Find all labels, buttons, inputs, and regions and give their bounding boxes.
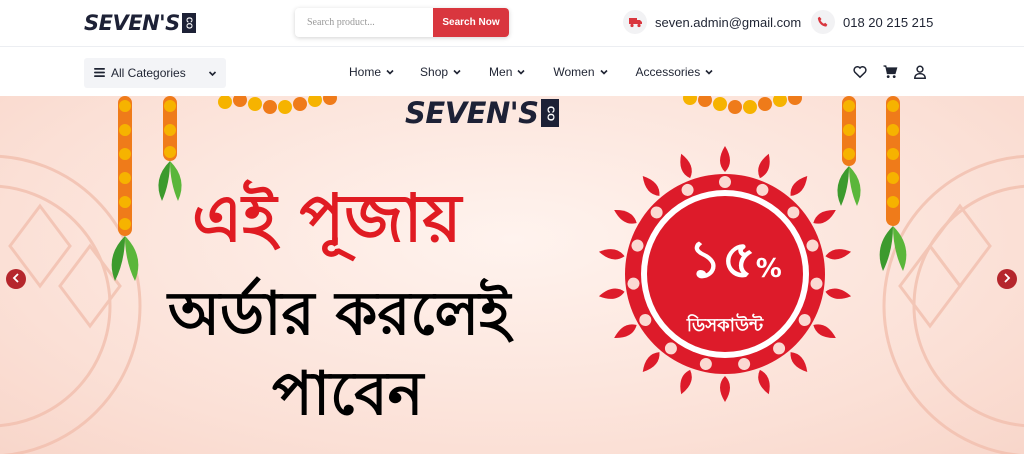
chevron-down-icon	[208, 67, 217, 81]
hero-logo: SEVEN'S CO	[405, 96, 559, 130]
discount-percent: %	[755, 254, 782, 284]
main-navbar: All Categories Home Shop Men Women Acces…	[0, 46, 1024, 96]
top-bar: SEVEN'S CO Search Now seven.admin@gmail.…	[0, 0, 1024, 46]
cart-icon[interactable]	[883, 65, 899, 81]
menu-item-men[interactable]: Men	[489, 65, 525, 79]
discount-value: ১৫%	[660, 234, 810, 286]
nav-icon-group	[853, 65, 929, 81]
user-icon[interactable]	[913, 65, 929, 81]
discount-number: ১৫	[688, 230, 756, 290]
hero-banner[interactable]: SEVEN'S CO এই পূজায় অর্ডার করলেই পাবেন …	[0, 96, 1024, 454]
discount-label: ডিসকাউন্ট	[686, 315, 764, 336]
chevron-down-icon	[599, 65, 608, 79]
all-categories-label: All Categories	[111, 66, 186, 80]
hero-decoration	[0, 96, 1024, 454]
slider-prev-button[interactable]	[6, 269, 26, 289]
menu-item-accessories[interactable]: Accessories	[636, 65, 714, 79]
logo-suffix: CO	[181, 13, 196, 33]
hero-logo-suffix: CO	[540, 99, 559, 127]
heart-icon[interactable]	[853, 65, 869, 81]
search-bar: Search Now	[295, 8, 509, 37]
site-logo[interactable]: SEVEN'S CO	[84, 11, 196, 35]
hero-subheadline: অর্ডার করলেই	[168, 279, 511, 349]
hero-headline: এই পূজায়	[192, 180, 462, 257]
chevron-down-icon	[517, 65, 525, 79]
contact-email-text: seven.admin@gmail.com	[655, 14, 802, 30]
chevron-down-icon	[453, 65, 461, 79]
phone-icon	[811, 10, 835, 34]
menu-item-label: Accessories	[635, 65, 701, 79]
chevron-down-icon	[705, 65, 713, 79]
chevron-down-icon	[386, 65, 394, 79]
hero-logo-text: SEVEN'S	[405, 96, 539, 130]
slider-next-button[interactable]	[997, 269, 1017, 289]
chevron-right-icon	[1003, 270, 1011, 288]
chevron-left-icon	[12, 270, 20, 288]
all-categories-button[interactable]: All Categories	[84, 58, 226, 88]
menu-item-home[interactable]: Home	[349, 65, 394, 79]
menu-item-women[interactable]: Women	[553, 65, 608, 79]
menu-icon	[94, 66, 105, 80]
search-input[interactable]	[295, 8, 433, 37]
menu-item-shop[interactable]: Shop	[420, 65, 461, 79]
menu-item-label: Men	[489, 65, 513, 79]
hero-subheadline-2: পাবেন	[272, 359, 424, 429]
contact-phone[interactable]: 018 20 215 215	[811, 10, 933, 34]
contact-phone-text: 018 20 215 215	[843, 14, 934, 30]
contact-email[interactable]: seven.admin@gmail.com	[623, 10, 801, 34]
truck-icon	[623, 10, 647, 34]
logo-text: SEVEN'S	[84, 11, 180, 35]
menu-item-label: Women	[553, 65, 595, 79]
search-button[interactable]: Search Now	[433, 8, 509, 37]
menu-item-label: Shop	[420, 65, 449, 79]
menu-item-label: Home	[349, 65, 382, 79]
main-menu: Home Shop Men Women Accessories	[349, 65, 713, 79]
